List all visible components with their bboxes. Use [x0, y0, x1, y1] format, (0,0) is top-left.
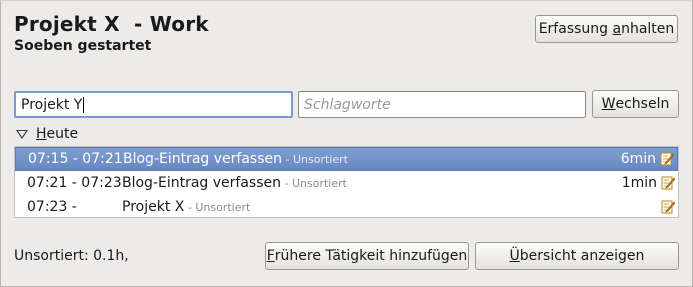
tags-placeholder: Schlagworte: [304, 96, 391, 113]
fact-time: 07:15 - 07:21: [28, 151, 123, 167]
edit-pencil-icon[interactable]: [661, 176, 675, 190]
pause-tracking-button[interactable]: Erfassung a nhalten: [535, 15, 678, 43]
fact-activity-name: Projekt X: [122, 199, 185, 215]
fact-activity-name: Blog-Eintrag verfassen: [123, 151, 283, 167]
tags-input[interactable]: Schlagworte: [298, 91, 586, 118]
edit-pencil-icon[interactable]: [661, 200, 675, 214]
fact-list[interactable]: 07:15 - 07:21 Blog-Eintrag verfassen - U…: [14, 146, 679, 218]
fact-activity-name: Blog-Eintrag verfassen: [122, 175, 282, 191]
add-earlier-label: rühere Tätigkeit hinzufügen: [274, 248, 468, 264]
switch-button[interactable]: Wechseln: [592, 90, 679, 118]
pause-label-post: nhalten: [621, 21, 675, 37]
pause-label-mnemonic: a: [612, 21, 622, 37]
activity-input-value: Projekt Y: [21, 96, 83, 113]
add-earlier-activity-button[interactable]: Frühere Tätigkeit hinzufügen: [265, 242, 469, 270]
fact-duration: 6min: [620, 151, 656, 167]
edit-pencil-icon[interactable]: [660, 152, 674, 166]
expander-down-icon: [16, 129, 28, 139]
activity-title: Projekt X - Work: [14, 12, 209, 36]
fact-time: 07:23 -: [27, 199, 77, 215]
overview-label: bersicht anzeigen: [519, 248, 645, 264]
switch-label-post: echseln: [615, 96, 670, 112]
fact-category: - Unsortiert: [184, 201, 251, 214]
fact-row[interactable]: 07:23 - Projekt X - Unsortiert: [15, 195, 678, 219]
fact-time: 07:21 - 07:23: [27, 175, 122, 191]
fact-row[interactable]: 07:15 - 07:21 Blog-Eintrag verfassen - U…: [15, 147, 678, 171]
fact-row[interactable]: 07:21 - 07:23 Blog-Eintrag verfassen - U…: [15, 171, 678, 195]
show-overview-button[interactable]: Übersicht anzeigen: [475, 242, 679, 270]
add-earlier-mnemonic: F: [266, 248, 275, 264]
activity-input[interactable]: Projekt Y: [14, 91, 293, 118]
today-label-rest: eute: [46, 126, 79, 142]
pause-label-pre: Erfassung: [538, 21, 613, 37]
fact-activity: Blog-Eintrag verfassen - Unsortiert: [122, 175, 347, 191]
switch-label-mnemonic: W: [601, 96, 616, 112]
fact-category: - Unsortiert: [282, 153, 348, 166]
today-label-mnemonic: H: [36, 126, 47, 142]
fact-duration: 1min: [621, 175, 657, 191]
today-group-toggle[interactable]: Heute: [16, 126, 78, 142]
fact-activity: Blog-Eintrag verfassen - Unsortiert: [123, 151, 348, 167]
text-caret: [83, 96, 85, 113]
category-summary: Unsortiert: 0.1h,: [14, 248, 129, 264]
activity-subtitle: Soeben gestartet: [14, 38, 152, 54]
fact-category: - Unsortiert: [281, 177, 347, 190]
overview-mnemonic: Ü: [509, 248, 520, 264]
fact-activity: Projekt X - Unsortiert: [122, 199, 250, 215]
